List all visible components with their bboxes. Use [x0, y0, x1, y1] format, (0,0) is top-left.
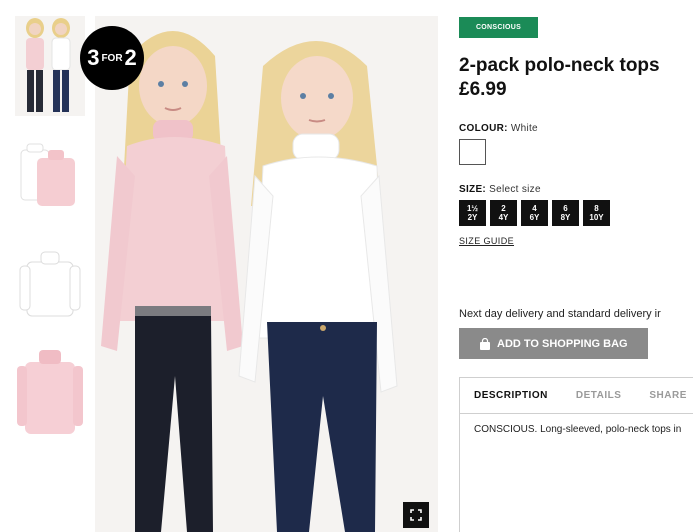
thumbnail-folded-tops-image — [20, 143, 75, 206]
thumbnail-2[interactable] — [15, 140, 85, 212]
thumbnail-4[interactable] — [15, 346, 85, 440]
size-guide-link[interactable]: SIZE GUIDE — [459, 236, 514, 246]
thumbnail-white-top-image — [19, 251, 81, 317]
fullscreen-button[interactable] — [403, 502, 429, 528]
size-value: Select size — [489, 184, 541, 195]
size-option[interactable]: 4 6Y — [521, 200, 548, 226]
add-to-bag-button[interactable]: ADD TO SHOPPING BAG — [459, 328, 648, 359]
badge-small: FOR — [101, 52, 123, 64]
size-top: 8 — [594, 204, 599, 213]
colour-label-row: COLOUR: White — [459, 123, 538, 134]
colour-label: COLOUR: — [459, 123, 508, 134]
expand-icon — [410, 509, 422, 521]
size-bottom: 6Y — [529, 213, 540, 222]
size-bottom: 8Y — [560, 213, 571, 222]
size-label-row: SIZE: Select size — [459, 184, 541, 195]
description-text: CONSCIOUS. Long-sleeved, polo-neck tops … — [474, 424, 682, 435]
thumbnail-two-girls-image — [15, 16, 85, 116]
colour-swatch-white[interactable] — [459, 139, 486, 165]
colour-value: White — [510, 123, 538, 134]
size-options: 1½ 2Y 2 4Y 4 6Y 6 8Y 8 10Y — [459, 200, 610, 226]
conscious-tag: CONSCIOUS — [459, 17, 538, 38]
thumbnail-1[interactable] — [15, 16, 85, 116]
size-label: SIZE: — [459, 184, 487, 195]
size-option[interactable]: 8 10Y — [583, 200, 610, 226]
two-girls-photo — [95, 16, 438, 532]
tab-bar: DESCRIPTION DETAILS SHARE — [460, 378, 693, 414]
size-bottom: 4Y — [498, 213, 509, 222]
size-bottom: 2Y — [467, 213, 478, 222]
size-bottom: 10Y — [589, 213, 604, 222]
product-tabs-panel: DESCRIPTION DETAILS SHARE CONSCIOUS. Lon… — [459, 377, 693, 532]
badge-big-right: 2 — [124, 45, 137, 70]
thumbnail-pink-top-image — [17, 350, 83, 434]
tab-share[interactable]: SHARE — [635, 390, 693, 401]
size-top: 1½ — [466, 204, 479, 213]
size-top: 4 — [532, 204, 537, 213]
tab-description[interactable]: DESCRIPTION — [460, 390, 562, 401]
add-to-bag-label: ADD TO SHOPPING BAG — [497, 337, 628, 350]
size-top: 6 — [563, 204, 568, 213]
main-product-image[interactable] — [95, 16, 438, 532]
three-for-two-badge: 3 FOR 2 — [80, 26, 144, 90]
thumbnail-3[interactable] — [15, 248, 85, 322]
product-title: 2-pack polo-neck tops — [459, 55, 660, 76]
product-price: £6.99 — [459, 79, 507, 100]
shopping-bag-icon — [480, 337, 490, 350]
badge-big-left: 3 — [87, 45, 100, 70]
size-option[interactable]: 6 8Y — [552, 200, 579, 226]
size-option[interactable]: 1½ 2Y — [459, 200, 486, 226]
size-option[interactable]: 2 4Y — [490, 200, 517, 226]
size-top: 2 — [501, 204, 506, 213]
tab-details[interactable]: DETAILS — [562, 390, 636, 401]
delivery-info: Next day delivery and standard delivery … — [459, 308, 661, 320]
